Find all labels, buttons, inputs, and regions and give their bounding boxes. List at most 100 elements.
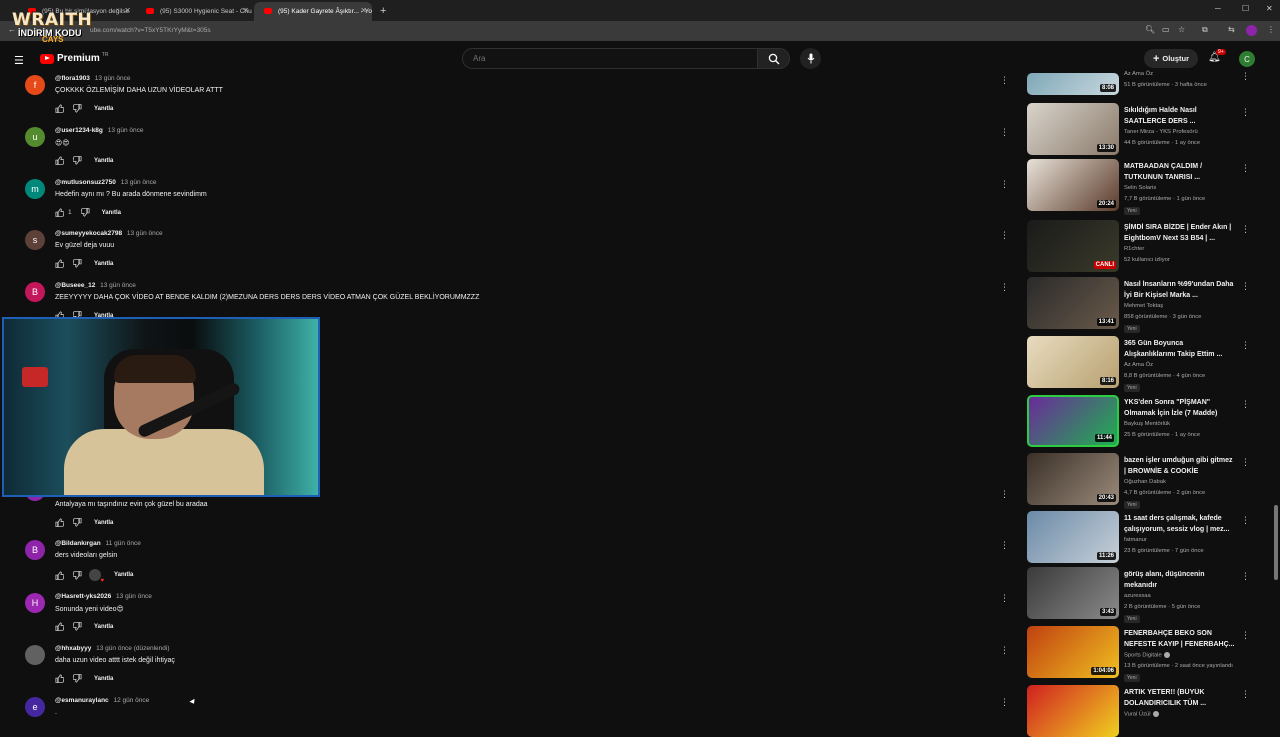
menu-dots-icon[interactable]: ⋮ bbox=[1267, 25, 1275, 34]
commenter-avatar[interactable]: e bbox=[25, 697, 45, 717]
video-more-options-icon[interactable]: ⋮ bbox=[1241, 107, 1250, 118]
comment-more-options-icon[interactable]: ⋮ bbox=[1000, 230, 1009, 241]
reply-button[interactable]: Yanıtla bbox=[114, 572, 133, 578]
comment-more-options-icon[interactable]: ⋮ bbox=[1000, 127, 1009, 138]
video-more-options-icon[interactable]: ⋮ bbox=[1241, 571, 1250, 582]
video-thumbnail[interactable]: 13:41 bbox=[1027, 277, 1119, 329]
channel-name[interactable]: Taner Mirza - YKS Profesörü bbox=[1124, 129, 1198, 135]
like-icon[interactable] bbox=[55, 571, 64, 580]
browser-tab[interactable]: (95) S3000 Hygienic Seat - Chu ✕ bbox=[136, 2, 254, 21]
channel-name[interactable]: Az Ama Öz bbox=[1124, 71, 1153, 77]
video-more-options-icon[interactable]: ⋮ bbox=[1241, 457, 1250, 468]
page-scrollbar[interactable] bbox=[1273, 75, 1279, 720]
comment-more-options-icon[interactable]: ⋮ bbox=[1000, 697, 1009, 708]
reply-button[interactable]: Yanıtla bbox=[94, 624, 113, 630]
zoom-icon[interactable]: 🔍︎ bbox=[1145, 25, 1155, 34]
reply-button[interactable]: Yanıtla bbox=[94, 158, 113, 164]
sidebar-icon[interactable]: ⇆ bbox=[1228, 25, 1235, 34]
channel-name[interactable]: R1chter bbox=[1124, 246, 1144, 252]
like-icon[interactable] bbox=[55, 518, 64, 527]
like-icon[interactable] bbox=[55, 622, 64, 631]
commenter-avatar[interactable]: s bbox=[25, 230, 45, 250]
video-thumbnail[interactable] bbox=[1027, 685, 1119, 737]
video-more-options-icon[interactable]: ⋮ bbox=[1241, 281, 1250, 292]
video-thumbnail[interactable]: CANLI bbox=[1027, 220, 1119, 272]
video-channel[interactable]: Oğuzhan Dabak bbox=[1124, 479, 1166, 485]
dislike-icon[interactable] bbox=[80, 208, 90, 217]
reply-button[interactable]: Yanıtla bbox=[94, 106, 113, 112]
video-more-options-icon[interactable]: ⋮ bbox=[1241, 515, 1250, 526]
video-channel[interactable]: Taner Mirza - YKS Profesörü bbox=[1124, 129, 1198, 135]
video-channel[interactable]: Az Ama Öz bbox=[1124, 362, 1153, 368]
video-channel[interactable]: Az Ama Öz bbox=[1124, 71, 1153, 77]
commenter-avatar[interactable] bbox=[25, 645, 45, 665]
comment-time[interactable]: 13 gün önce bbox=[121, 179, 157, 186]
video-title[interactable]: 365 Gün Boyunca Alışkanlıklarımı Takip E… bbox=[1124, 339, 1236, 360]
video-thumbnail[interactable]: 1:04:06 bbox=[1027, 626, 1119, 678]
video-channel[interactable]: Baykuş Mentörlük bbox=[1124, 421, 1170, 427]
new-tab-button[interactable]: + bbox=[380, 5, 386, 17]
channel-name[interactable]: Oğuzhan Dabak bbox=[1124, 479, 1166, 485]
video-channel[interactable]: R1chter bbox=[1124, 246, 1144, 252]
close-tab-icon[interactable]: ✕ bbox=[124, 6, 131, 15]
dislike-icon[interactable] bbox=[73, 674, 82, 683]
video-more-options-icon[interactable]: ⋮ bbox=[1241, 630, 1250, 641]
dislike-icon[interactable] bbox=[73, 104, 82, 113]
reply-button[interactable]: Yanıtla bbox=[94, 676, 113, 682]
channel-name[interactable]: fatmanur bbox=[1124, 537, 1147, 543]
video-more-options-icon[interactable]: ⋮ bbox=[1241, 71, 1250, 82]
comment-more-options-icon[interactable]: ⋮ bbox=[1000, 282, 1009, 293]
commenter-handle[interactable]: @Buseee_12 bbox=[55, 282, 95, 289]
channel-name[interactable]: Az Ama Öz bbox=[1124, 362, 1153, 368]
maximize-icon[interactable]: ☐ bbox=[1242, 4, 1249, 13]
commenter-handle[interactable]: @hhxabyyy bbox=[55, 645, 91, 652]
dislike-icon[interactable] bbox=[73, 518, 82, 527]
video-title[interactable]: Sıkıldığım Halde Nasıl SAATLERCE DERS ..… bbox=[1124, 106, 1236, 127]
comment-more-options-icon[interactable]: ⋮ bbox=[1000, 179, 1009, 190]
video-thumbnail[interactable]: 20:24 bbox=[1027, 159, 1119, 211]
extensions-icon[interactable]: ⧉ bbox=[1202, 25, 1208, 35]
search-button[interactable] bbox=[758, 48, 790, 69]
video-title[interactable]: ARTIK YETER!! (BÜYÜK DOLANDIRICILIK TÜM … bbox=[1124, 688, 1236, 709]
video-more-options-icon[interactable]: ⋮ bbox=[1241, 163, 1250, 174]
like-icon[interactable] bbox=[55, 259, 64, 268]
commenter-handle[interactable]: @user1234-k8g bbox=[55, 127, 103, 134]
commenter-handle[interactable]: @sumeyyekocak2798 bbox=[55, 230, 122, 237]
like-icon[interactable] bbox=[55, 156, 64, 165]
video-channel[interactable]: Sports Digitale bbox=[1124, 652, 1170, 659]
youtube-premium-logo[interactable]: Premium TR bbox=[40, 52, 108, 64]
reply-button[interactable]: Yanıtla bbox=[94, 261, 113, 267]
browser-tab-active[interactable]: (95) Kader Gayrete Âşıktır... - Yo ✕ bbox=[254, 2, 372, 21]
search-input[interactable] bbox=[473, 54, 743, 63]
channel-name[interactable]: Baykuş Mentörlük bbox=[1124, 421, 1170, 427]
video-channel[interactable]: Vural Üzül bbox=[1124, 711, 1159, 718]
video-more-options-icon[interactable]: ⋮ bbox=[1241, 399, 1250, 410]
voice-search-button[interactable] bbox=[800, 48, 821, 69]
close-tab-icon[interactable]: ✕ bbox=[360, 6, 367, 15]
profile-avatar[interactable] bbox=[1246, 25, 1257, 36]
video-thumbnail[interactable]: 11:26 bbox=[1027, 511, 1119, 563]
like-icon[interactable] bbox=[55, 208, 64, 217]
video-title[interactable]: MATBAADAN ÇALDIM / TUTKUNUN TANRISI ... bbox=[1124, 162, 1236, 183]
video-title[interactable]: FENERBAHÇE BEKO SON NEFESTE KAYIP | FENE… bbox=[1124, 629, 1236, 650]
comment-time[interactable]: 13 gün önce bbox=[100, 282, 136, 289]
video-thumbnail[interactable]: 8:16 bbox=[1027, 336, 1119, 388]
dislike-icon[interactable] bbox=[73, 156, 82, 165]
cast-icon[interactable]: ▭ bbox=[1162, 25, 1170, 34]
comment-more-options-icon[interactable]: ⋮ bbox=[1000, 540, 1009, 551]
channel-name[interactable]: azuressaa bbox=[1124, 593, 1151, 599]
commenter-avatar[interactable]: m bbox=[25, 179, 45, 199]
channel-name[interactable]: Vural Üzül bbox=[1124, 712, 1151, 718]
video-channel[interactable]: fatmanur bbox=[1124, 537, 1147, 543]
hamburger-menu-icon[interactable]: ☰ bbox=[14, 54, 24, 67]
dislike-icon[interactable] bbox=[73, 570, 82, 580]
scrollbar-thumb[interactable] bbox=[1274, 505, 1278, 580]
comment-time[interactable]: 13 gün önce bbox=[95, 75, 131, 82]
minimize-icon[interactable]: ─ bbox=[1215, 4, 1221, 13]
comment-time[interactable]: 13 gün önce (düzenlendi) bbox=[96, 645, 169, 652]
video-thumbnail[interactable]: 20:43 bbox=[1027, 453, 1119, 505]
video-title[interactable]: YKS'den Sonra "PİŞMAN" Olmamak İçin İzle… bbox=[1124, 398, 1236, 419]
comment-time[interactable]: 12 gün önce bbox=[113, 697, 149, 704]
bookmark-star-icon[interactable]: ☆ bbox=[1178, 25, 1185, 34]
commenter-avatar[interactable]: H bbox=[25, 593, 45, 613]
